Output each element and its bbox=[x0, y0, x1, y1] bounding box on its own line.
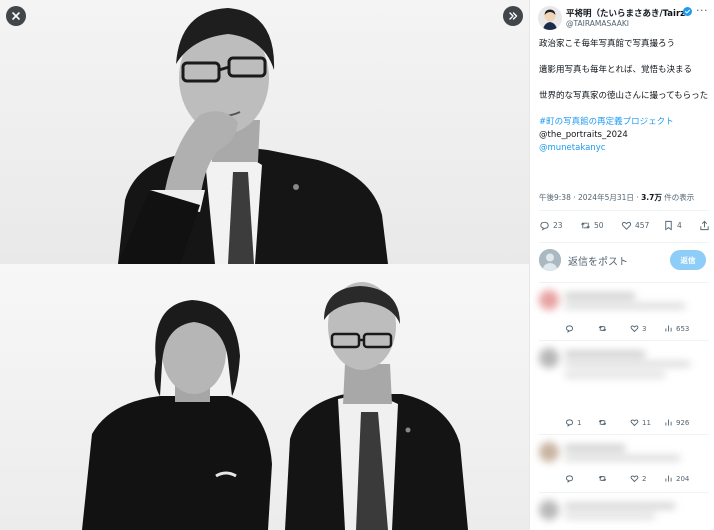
reply-item[interactable]: 2 204 bbox=[530, 442, 714, 492]
tweet-panel: 平将明（たいらまさあき/Tairz ··· @TAIRAMASAAKI 政治家こ… bbox=[529, 0, 714, 530]
bookmark-count: 4 bbox=[677, 221, 682, 230]
share-icon bbox=[700, 220, 709, 231]
like-action[interactable]: 3 bbox=[630, 324, 646, 333]
views-action[interactable]: 926 bbox=[664, 418, 689, 427]
like-action[interactable]: 11 bbox=[630, 418, 651, 427]
mention-line-2: @munetakanyc bbox=[539, 142, 711, 155]
mention-link-portraits[interactable]: @the_portraits_2024 bbox=[539, 130, 628, 140]
hashtag-link-text[interactable]: #町の写真館の再定義プロジェクト bbox=[539, 117, 674, 127]
bar-chart-icon bbox=[665, 475, 672, 482]
reply-item[interactable]: 1 11 926 bbox=[530, 348, 714, 432]
photo-portrait-duo[interactable] bbox=[0, 264, 529, 530]
reply-composer: 返信をポスト 返信 bbox=[539, 248, 711, 272]
mention-line-1: @the_portraits_2024 bbox=[539, 129, 711, 142]
close-icon bbox=[12, 12, 20, 20]
like-action[interactable]: 2 bbox=[630, 474, 646, 483]
views-action[interactable]: 653 bbox=[664, 324, 689, 333]
blurred-reply-content bbox=[539, 348, 699, 388]
retweet-icon bbox=[598, 419, 607, 426]
author-avatar[interactable] bbox=[538, 6, 562, 30]
author-handle[interactable]: @TAIRAMASAAKI bbox=[566, 19, 629, 28]
media-viewer bbox=[0, 0, 529, 530]
view-count-suffix: 件の表示 bbox=[661, 193, 695, 202]
like-action[interactable]: 457 bbox=[621, 220, 649, 231]
view-count: 926 bbox=[676, 418, 690, 427]
retweet-icon bbox=[581, 222, 590, 229]
author-avatar-image bbox=[538, 6, 562, 30]
photo-portrait-solo[interactable] bbox=[0, 0, 529, 264]
blurred-reply-content bbox=[539, 442, 699, 468]
tweet-timestamp[interactable]: 午後9:38 · 2024年5月31日 · bbox=[539, 193, 641, 202]
bookmark-action[interactable]: 4 bbox=[663, 220, 682, 231]
reply-submit-button[interactable]: 返信 bbox=[670, 250, 706, 270]
heart-icon bbox=[630, 325, 639, 333]
reply-actions: 1 11 926 bbox=[560, 418, 710, 430]
divider bbox=[539, 242, 709, 243]
like-count: 2 bbox=[642, 474, 647, 483]
blurred-reply-content bbox=[539, 500, 699, 526]
chevron-double-right-icon bbox=[509, 12, 518, 20]
divider bbox=[539, 434, 709, 435]
retweet-icon bbox=[598, 325, 607, 332]
heart-icon bbox=[621, 221, 632, 230]
tweet-actions: 23 50 457 4 bbox=[539, 220, 709, 234]
tweet-line: 政治家こそ毎年写真館で写真撮ろう bbox=[539, 39, 676, 49]
reply-action[interactable] bbox=[565, 474, 577, 483]
view-count: 3.7万 bbox=[641, 193, 662, 202]
view-count: 204 bbox=[676, 474, 690, 483]
photo-portrait-solo-image bbox=[118, 8, 388, 264]
bar-chart-icon bbox=[665, 325, 672, 332]
tweet-text: 政治家こそ毎年写真館で写真撮ろう 遺影用写真も毎年とれば、覚悟も決まる 世界的な… bbox=[539, 38, 711, 155]
tweet-line: 遺影用写真も毎年とれば、覚悟も決まる bbox=[539, 65, 693, 75]
blurred-reply-content bbox=[539, 290, 699, 316]
divider bbox=[539, 210, 709, 211]
current-user-avatar bbox=[539, 249, 561, 271]
views-action[interactable]: 204 bbox=[664, 474, 689, 483]
bookmark-icon bbox=[665, 220, 672, 231]
more-options-icon[interactable]: ··· bbox=[696, 4, 708, 17]
retweet-action[interactable] bbox=[598, 324, 610, 333]
tweet-author: 平将明（たいらまさあき/Tairz ··· @TAIRAMASAAKI bbox=[538, 4, 710, 30]
like-count: 457 bbox=[635, 221, 650, 230]
tweet-line: 世界的な写真家の徳山さんに撮ってもらった bbox=[539, 91, 709, 101]
tweet-meta: 午後9:38 · 2024年5月31日 · 3.7万 件の表示 bbox=[539, 192, 694, 203]
reply-action[interactable]: 1 bbox=[565, 418, 581, 427]
heart-icon bbox=[630, 419, 639, 427]
reply-action[interactable]: 23 bbox=[539, 220, 563, 231]
reply-actions: 2 204 bbox=[560, 474, 710, 486]
hashtag-link: #町の写真館の再定義プロジェクト bbox=[539, 116, 711, 129]
author-name[interactable]: 平将明（たいらまさあき/Tairz bbox=[566, 7, 692, 19]
reply-item[interactable]: 3 653 bbox=[530, 290, 714, 350]
close-button[interactable] bbox=[6, 6, 26, 26]
divider bbox=[539, 340, 709, 341]
reply-icon bbox=[566, 325, 573, 333]
mention-link-munetaka[interactable]: @munetakanyc bbox=[539, 143, 605, 153]
reply-count: 1 bbox=[577, 418, 582, 427]
default-avatar-icon bbox=[539, 249, 561, 271]
reply-icon bbox=[566, 475, 573, 483]
bar-chart-icon bbox=[665, 419, 672, 426]
expand-sidebar-button[interactable] bbox=[503, 6, 523, 26]
reply-action[interactable] bbox=[565, 324, 577, 333]
retweet-action[interactable] bbox=[598, 474, 610, 483]
view-count: 653 bbox=[676, 324, 690, 333]
reply-item[interactable] bbox=[530, 500, 714, 530]
reply-count: 23 bbox=[553, 221, 563, 230]
divider bbox=[539, 282, 709, 283]
heart-icon bbox=[630, 475, 639, 483]
retweet-action[interactable]: 50 bbox=[580, 220, 604, 231]
retweet-icon bbox=[598, 475, 607, 482]
like-count: 11 bbox=[642, 418, 651, 427]
divider bbox=[539, 492, 709, 493]
retweet-action[interactable] bbox=[598, 418, 610, 427]
reply-icon bbox=[566, 419, 573, 427]
reply-input[interactable]: 返信をポスト bbox=[568, 253, 628, 268]
reply-icon bbox=[540, 221, 549, 231]
like-count: 3 bbox=[642, 324, 647, 333]
photo-portrait-duo-image bbox=[82, 282, 468, 530]
retweet-count: 50 bbox=[594, 221, 604, 230]
share-action[interactable] bbox=[699, 220, 710, 231]
reply-actions: 3 653 bbox=[560, 324, 710, 336]
verified-badge-icon bbox=[683, 7, 692, 16]
